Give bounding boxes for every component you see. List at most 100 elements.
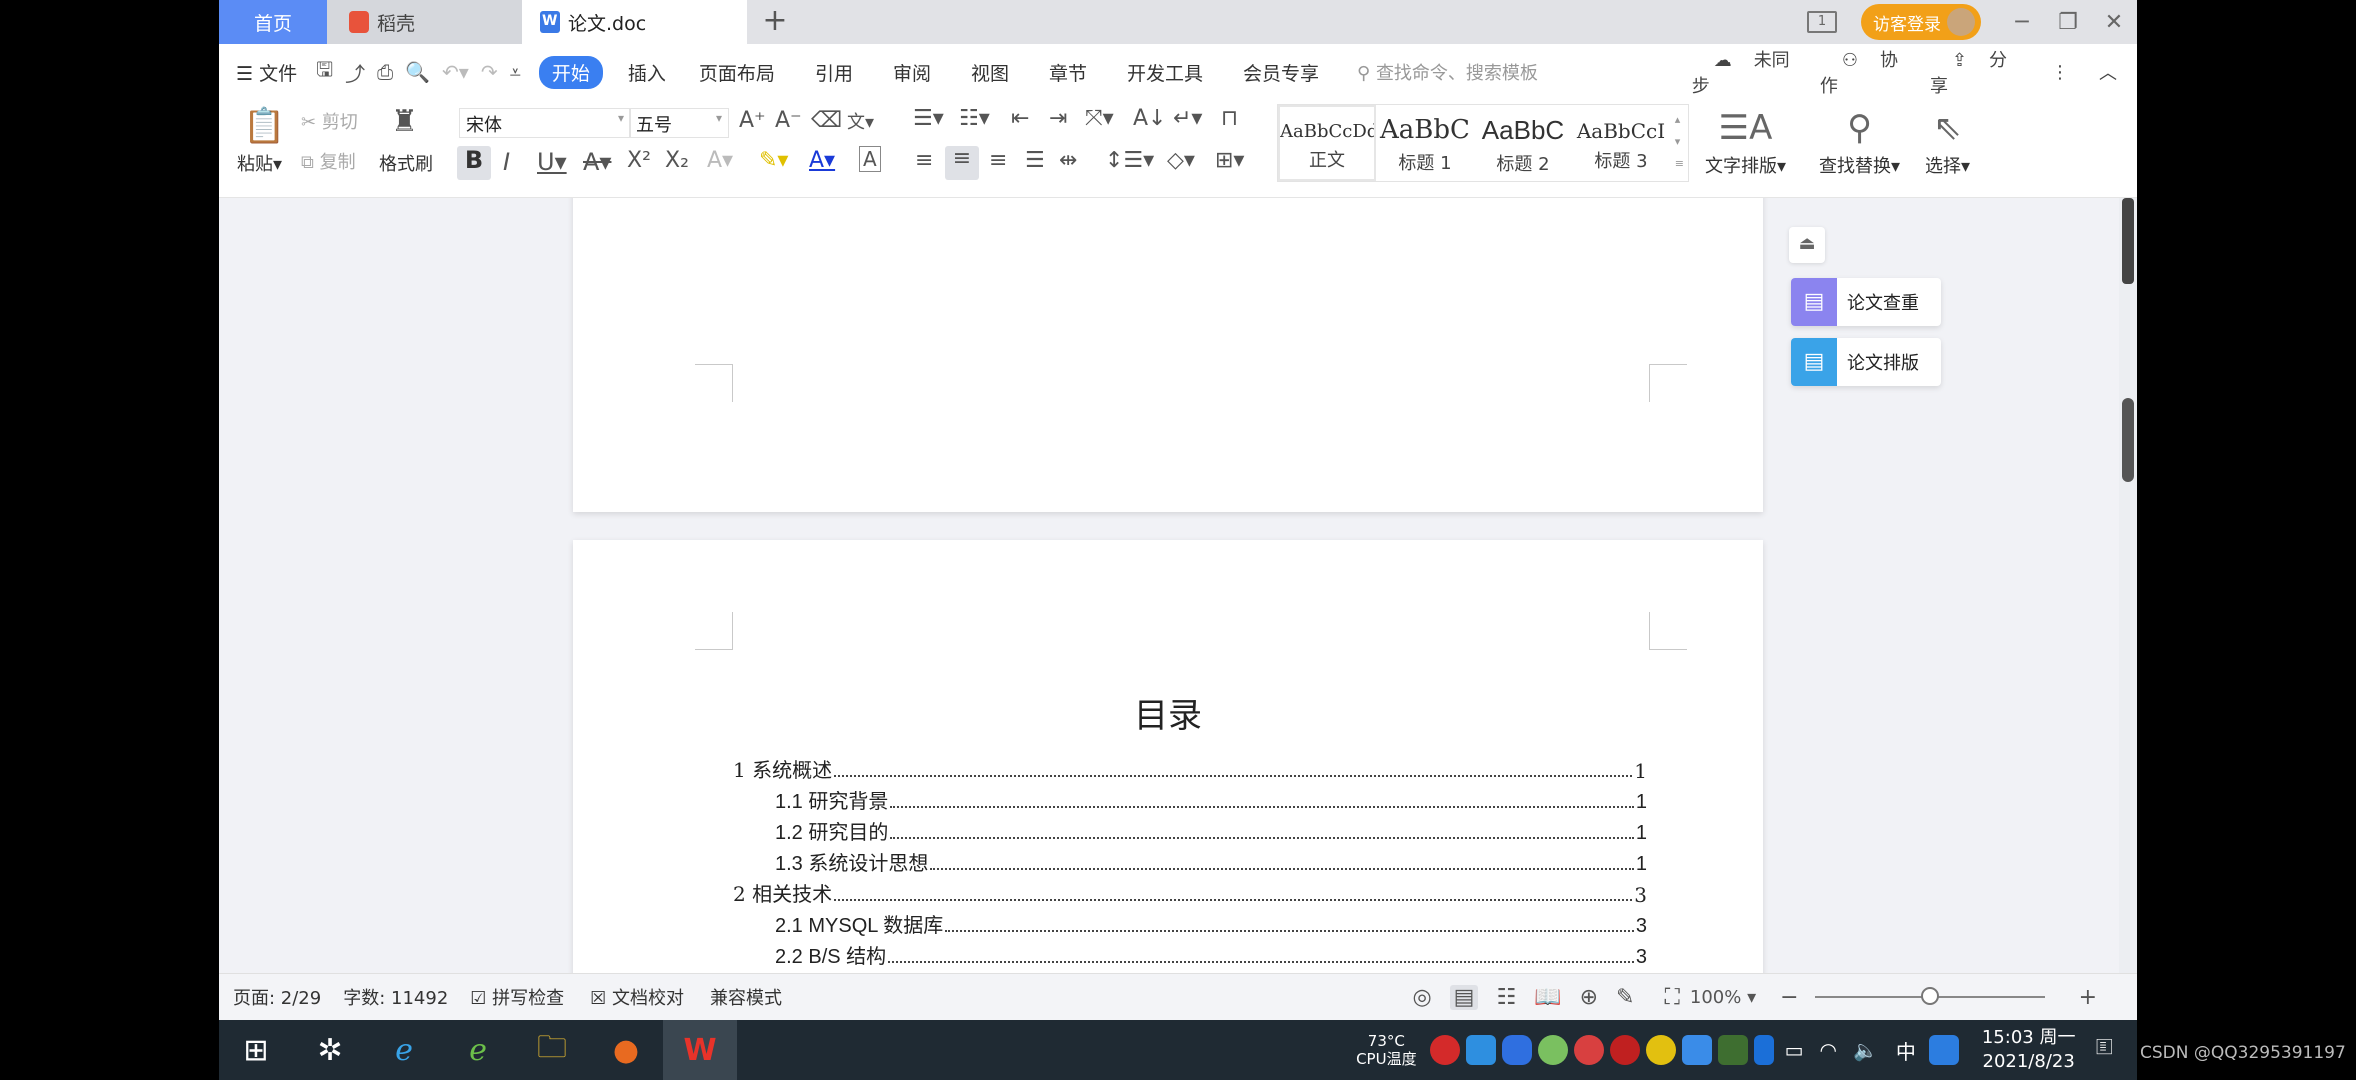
more-options-icon[interactable]: ⋮ [2051,62,2069,83]
page-view-icon[interactable]: ▤ [1449,984,1479,1010]
fan-app-icon[interactable]: ✲ [293,1020,367,1080]
paste-icon[interactable]: 📋 [243,106,285,146]
print-preview-icon[interactable]: 🔍 [399,60,436,84]
browser-360-icon[interactable]: ℯ [441,1020,515,1080]
style-heading-1[interactable]: AaBbC 标题 1 [1376,105,1474,181]
style-scroll-icon[interactable]: ▴ ▾ ≡ [1675,109,1684,175]
menu-tab-insert[interactable]: 插入 [615,59,679,86]
select-button[interactable]: ⇖ 选择▾ [1925,104,1970,178]
menu-tab-review[interactable]: 审阅 [873,59,951,86]
bold-icon[interactable]: B [457,146,491,180]
strikethrough-icon[interactable]: A▾ [583,148,611,176]
style-heading-3[interactable]: AaBbCcI 标题 3 [1572,105,1670,181]
restore-button[interactable]: ❐ [2045,10,2091,35]
style-normal[interactable]: AaBbCcDd 正文 [1278,105,1376,181]
tray-refresh-icon[interactable] [1537,1035,1568,1065]
eye-protection-icon[interactable]: ◎ [1412,985,1431,1010]
tab-daoke[interactable]: 稻壳 [327,0,522,44]
menu-tab-developer[interactable]: 开发工具 [1107,59,1223,86]
character-border-icon[interactable]: A [859,146,881,172]
tab-home[interactable]: 首页 [219,0,327,44]
tray-security-icon[interactable] [1501,1035,1532,1065]
toc-entry[interactable]: 1.1 研究背景 1 [733,783,1647,814]
font-name-select[interactable]: 宋体 ▾ [459,108,631,138]
toc-entry[interactable]: 2 相关技术 3 [733,876,1647,907]
wps-office-icon[interactable]: W [663,1020,737,1080]
menu-tab-chapter[interactable]: 章节 [1029,59,1107,86]
minimize-button[interactable]: ─ [1999,10,2045,35]
close-button[interactable]: ✕ [2091,10,2137,35]
zoom-level[interactable]: 100% ▾ [1690,987,1756,1008]
collapse-panel-icon[interactable]: ⏏ [1789,227,1825,263]
subscript-icon[interactable]: X₂ [665,148,689,173]
tray-q-app-icon[interactable] [1928,1035,1959,1065]
align-center-icon[interactable]: ≡ [945,146,979,180]
menu-tab-start[interactable]: 开始 [538,55,603,89]
format-painter-icon[interactable]: ♜ [391,104,418,139]
menu-tab-member[interactable]: 会员专享 [1223,59,1339,86]
distributed-align-icon[interactable]: ⇹ [1059,148,1077,173]
collapse-ribbon-icon[interactable]: ︿ [2099,59,2117,85]
font-size-increase-icon[interactable]: A⁺ [739,108,766,133]
font-color-icon[interactable]: A▾ [809,148,835,173]
doc-proofread-button[interactable]: ☒ 文档校对 [590,984,684,1010]
scrollbar-thumb[interactable] [2122,398,2134,482]
sort-icon[interactable]: A↓ [1133,106,1166,131]
menu-tab-view[interactable]: 视图 [951,59,1029,86]
toc-entry[interactable]: 1.2 研究目的 1 [733,814,1647,845]
toc-entry[interactable]: 2.2 B/S 结构 3 [733,938,1647,969]
tray-qq-icon[interactable] [1573,1035,1604,1065]
page-indicator[interactable]: 页面: 2/29 [233,984,321,1010]
shading-icon[interactable]: ◇▾ [1167,148,1195,173]
document-canvas[interactable]: 目录 1 系统概述 1 1.1 研究背景 1 1.2 研究目的 1 1.3 系统设计思想 1 2… [219,198,2119,973]
collaborate-button[interactable]: ⚇ 协作 [1820,46,1908,98]
zoom-out-icon[interactable]: − [1780,985,1798,1010]
copy-button[interactable]: ⧉ 复制 [301,148,356,174]
clock[interactable]: 15:03 周一 2021/8/23 [1982,1026,2076,1074]
toc-entry[interactable]: 1.3 系统设计思想 1 [733,845,1647,876]
thesis-layout-button[interactable]: ▤ 论文排版 [1791,338,1941,386]
notification-center-icon[interactable]: 🗉 [2095,1030,2113,1071]
numbered-list-icon[interactable]: ☷▾ [959,106,990,131]
internet-explorer-icon[interactable]: ℯ [367,1020,441,1080]
tab-document[interactable]: 论文.doc [522,0,747,44]
align-right-icon[interactable]: ≡ [989,148,1007,173]
customize-toolbar-icon[interactable]: ⩡ [504,60,527,84]
word-count[interactable]: 字数: 11492 [343,984,448,1010]
clear-format-icon[interactable]: ⌫ [811,108,842,133]
share-button[interactable]: ⇪ 分享 [1930,46,2017,98]
windows-start-icon[interactable]: ⊞ [219,1020,293,1080]
cut-button[interactable]: ✂ 剪切 [301,108,358,134]
cpu-temp-widget[interactable]: 73°C CPU温度 [1356,1032,1417,1068]
italic-icon[interactable]: I [503,148,510,176]
borders-icon[interactable]: ⊞▾ [1215,148,1244,173]
web-view-icon[interactable]: ⊕ [1580,985,1598,1010]
zoom-in-icon[interactable]: + [2079,985,2097,1010]
bullet-list-icon[interactable]: ☰▾ [913,106,944,131]
style-heading-2[interactable]: AaBbC 标题 2 [1474,105,1572,181]
visitor-login-button[interactable]: 访客登录 [1861,4,1981,40]
tray-qq-icon[interactable] [1609,1035,1640,1065]
spell-check-button[interactable]: ☑ 拼写检查 [470,984,564,1010]
toc-entry[interactable]: 1 系统概述 1 [733,752,1647,783]
window-list-icon[interactable]: 1 [1807,11,1837,33]
zoom-slider-knob[interactable] [1920,987,1939,1005]
write-mode-icon[interactable]: ✎ [1616,985,1634,1010]
undo-icon[interactable]: ↶▾ [436,60,475,84]
underline-icon[interactable]: U▾ [537,148,567,176]
find-replace-button[interactable]: ⚲ 查找替换▾ [1819,104,1900,178]
tray-box-icon[interactable] [1681,1035,1712,1065]
font-size-decrease-icon[interactable]: A⁻ [775,108,802,133]
redo-icon[interactable]: ↷ [475,60,504,84]
superscript-icon[interactable]: X² [627,148,651,173]
menu-tab-page-layout[interactable]: 页面布局 [679,59,795,86]
ime-indicator[interactable]: 中 [1896,1036,1916,1065]
ruler-icon[interactable]: ⊓ [1221,106,1238,131]
text-layout-button[interactable]: ☰A 文字排版▾ [1705,104,1786,178]
paste-button[interactable]: 粘贴▾ [237,150,282,176]
export-icon[interactable]: ⤴ [339,58,371,87]
justify-icon[interactable]: ☰ [1025,148,1045,173]
plagiarism-check-button[interactable]: ▤ 论文查重 [1791,278,1941,326]
tray-nvidia-icon[interactable] [1717,1035,1748,1065]
tray-network-app-icon[interactable] [1465,1035,1496,1065]
